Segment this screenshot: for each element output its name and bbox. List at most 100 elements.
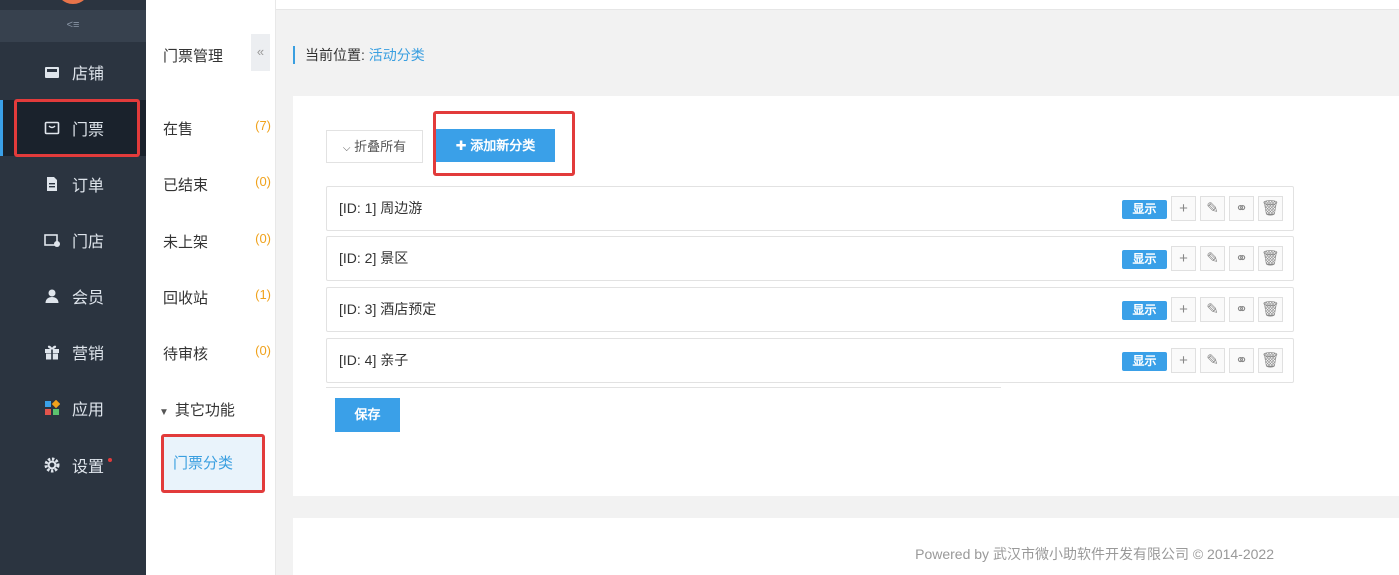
edit-button[interactable]: ✎ <box>1200 246 1225 271</box>
plus-icon: + <box>1179 200 1188 217</box>
sidebar-item-label: 设置 <box>72 459 105 476</box>
trash-icon: 🗑 <box>1260 250 1281 267</box>
subnav-item-unlisted[interactable]: 未上架 (0) <box>163 231 271 252</box>
link-icon: ⚭ <box>1235 200 1248 217</box>
plus-icon: + <box>1179 352 1188 369</box>
collapse-subnav-button[interactable]: « <box>251 34 270 71</box>
subnav-item-label: 待审核 <box>163 346 209 363</box>
fold-all-button[interactable]: ⌵ 折叠所有 <box>326 130 423 163</box>
notification-dot <box>108 458 112 462</box>
visibility-badge[interactable]: 显示 <box>1122 200 1167 219</box>
double-chevron-left-icon: « <box>256 44 265 59</box>
link-button[interactable]: ⚭ <box>1229 246 1254 271</box>
category-row[interactable]: [ID: 4] 亲子 显示 + ✎ ⚭ 🗑 <box>326 338 1294 383</box>
collapse-menu-button[interactable]: <≡ <box>0 10 146 42</box>
link-icon: ⚭ <box>1235 301 1248 318</box>
link-icon: ⚭ <box>1235 352 1248 369</box>
sidebar-item-label: 应用 <box>72 402 105 419</box>
visibility-badge[interactable]: 显示 <box>1122 301 1167 320</box>
apps-icon <box>44 400 60 416</box>
pencil-icon: ✎ <box>1206 301 1219 318</box>
chevron-down-icon: ⌵ <box>342 143 351 154</box>
sidebar-item-label: 店铺 <box>72 66 105 83</box>
add-child-button[interactable]: + <box>1171 348 1196 373</box>
delete-button[interactable]: 🗑 <box>1258 297 1283 322</box>
link-icon: ⚭ <box>1235 250 1248 267</box>
sidebar-item-label: 门店 <box>72 234 105 251</box>
subnav-item-count: (0) <box>255 174 271 189</box>
sidebar-item-member[interactable]: 会员 <box>0 268 146 324</box>
fold-all-label: 折叠所有 <box>354 139 407 154</box>
link-button[interactable]: ⚭ <box>1229 196 1254 221</box>
caret-down-icon: ▼ <box>159 407 169 418</box>
subnav-item-label: 在售 <box>163 121 194 138</box>
divider <box>326 387 1001 388</box>
sidebar-item-label: 营销 <box>72 346 105 363</box>
sidebar-item-store[interactable]: 店铺 <box>0 44 146 100</box>
category-label: [ID: 3] 酒店预定 <box>339 301 437 317</box>
top-tab-strip <box>146 0 1399 10</box>
collapse-menu-icon: <≡ <box>66 19 80 31</box>
sidebar-item-marketing[interactable]: 营销 <box>0 324 146 380</box>
category-row[interactable]: [ID: 3] 酒店预定 显示 + ✎ ⚭ 🗑 <box>326 287 1294 332</box>
store-icon <box>44 64 60 80</box>
add-child-button[interactable]: + <box>1171 246 1196 271</box>
category-panel: ⌵ 折叠所有 ✚ 添加新分类 [ID: 1] 周边游 显示 + ✎ ⚭ 🗑 [I… <box>293 96 1399 496</box>
sidebar-item-shop[interactable]: 门店 <box>0 212 146 268</box>
sidebar-item-order[interactable]: 订单 <box>0 156 146 212</box>
plus-icon: + <box>1179 301 1188 318</box>
subnav-item-count: (1) <box>255 287 271 302</box>
footer: Powered by 武汉市微小助软件开发有限公司 © 2014-2022 <box>293 518 1399 575</box>
visibility-badge[interactable]: 显示 <box>1122 250 1167 269</box>
trash-icon: 🗑 <box>1260 200 1281 217</box>
order-icon <box>44 176 60 192</box>
sub-sidebar: 门票管理 « 在售 (7) 已结束 (0) 未上架 (0) 回收站 (1) 待审… <box>146 0 276 575</box>
highlight-box <box>14 99 140 157</box>
subnav-item-ended[interactable]: 已结束 (0) <box>163 174 271 195</box>
breadcrumb-prefix: 当前位置: <box>305 47 365 63</box>
pencil-icon: ✎ <box>1206 352 1219 369</box>
category-row[interactable]: [ID: 1] 周边游 显示 + ✎ ⚭ 🗑 <box>326 186 1294 231</box>
user-icon <box>44 288 60 304</box>
sidebar-item-settings[interactable]: 设置 <box>0 437 146 493</box>
subnav-group-other[interactable]: ▼ 其它功能 <box>159 399 235 420</box>
subnav-item-recycle-bin[interactable]: 回收站 (1) <box>163 287 271 308</box>
visibility-badge[interactable]: 显示 <box>1122 352 1167 371</box>
main-sidebar: <≡ 店铺 门票 订单 门店 会员 营销 应用 设置 <box>0 0 146 575</box>
sidebar-item-apps[interactable]: 应用 <box>0 380 146 436</box>
shop-icon <box>44 232 60 248</box>
subnav-item-pending-review[interactable]: 待审核 (0) <box>163 343 271 364</box>
link-button[interactable]: ⚭ <box>1229 348 1254 373</box>
avatar[interactable] <box>56 0 90 4</box>
delete-button[interactable]: 🗑 <box>1258 348 1283 373</box>
trash-icon: 🗑 <box>1260 301 1281 318</box>
sidebar-item-label: 会员 <box>72 290 105 307</box>
subnav-title: 门票管理 <box>163 48 224 65</box>
copyright-text: Powered by 武汉市微小助软件开发有限公司 © 2014-2022 <box>915 546 1274 562</box>
edit-button[interactable]: ✎ <box>1200 297 1225 322</box>
link-button[interactable]: ⚭ <box>1229 297 1254 322</box>
category-label: [ID: 2] 景区 <box>339 250 409 266</box>
pencil-icon: ✎ <box>1206 200 1219 217</box>
category-label: [ID: 4] 亲子 <box>339 352 409 368</box>
highlight-box <box>161 434 265 493</box>
highlight-box <box>433 111 575 176</box>
delete-button[interactable]: 🗑 <box>1258 196 1283 221</box>
delete-button[interactable]: 🗑 <box>1258 246 1283 271</box>
save-button[interactable]: 保存 <box>335 398 400 432</box>
category-label: [ID: 1] 周边游 <box>339 200 423 216</box>
breadcrumb-current[interactable]: 活动分类 <box>369 47 425 63</box>
sidebar-item-label: 订单 <box>72 178 105 195</box>
edit-button[interactable]: ✎ <box>1200 196 1225 221</box>
subnav-item-on-sale[interactable]: 在售 (7) <box>163 118 271 139</box>
subnav-item-label: 回收站 <box>163 290 209 307</box>
add-child-button[interactable]: + <box>1171 297 1196 322</box>
pencil-icon: ✎ <box>1206 250 1219 267</box>
plus-icon: + <box>1179 250 1188 267</box>
breadcrumb: 当前位置: 活动分类 <box>293 46 425 64</box>
gift-icon <box>44 344 60 360</box>
subnav-item-count: (7) <box>255 118 271 133</box>
category-row[interactable]: [ID: 2] 景区 显示 + ✎ ⚭ 🗑 <box>326 236 1294 281</box>
edit-button[interactable]: ✎ <box>1200 348 1225 373</box>
add-child-button[interactable]: + <box>1171 196 1196 221</box>
